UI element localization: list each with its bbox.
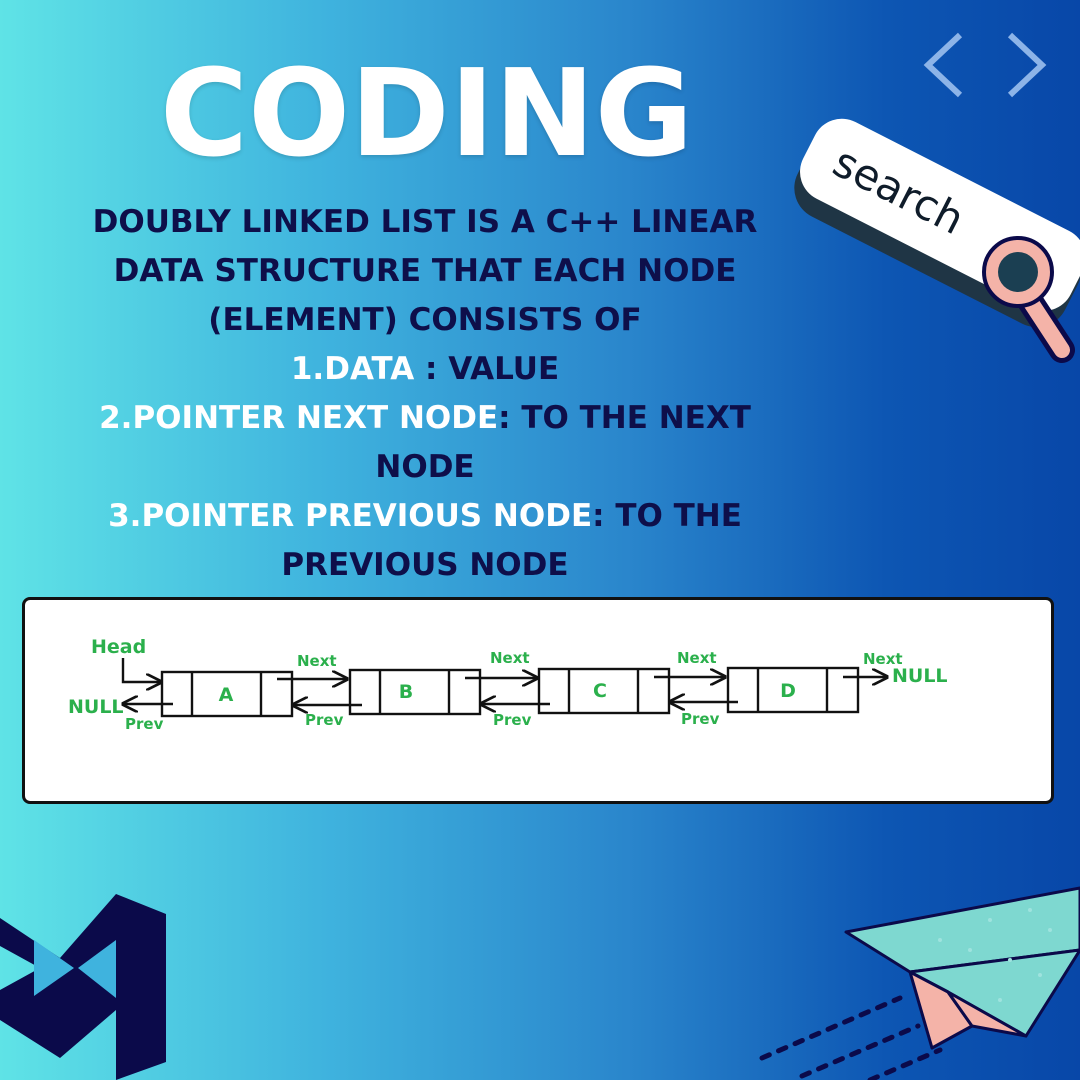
item-2-text: : TO THE NEXT: [498, 400, 751, 436]
node-d: D: [726, 666, 860, 714]
desc-item-2: 2.POINTER NEXT NODE: TO THE NEXT: [30, 394, 820, 443]
chevron-left-icon[interactable]: [920, 30, 970, 100]
chevron-right-icon[interactable]: [1000, 30, 1050, 100]
desc-line-2: DATA STRUCTURE THAT EACH NODE: [113, 253, 737, 289]
null-left-label: NULL: [68, 696, 124, 718]
node-d-label: D: [780, 680, 796, 702]
node-c: C: [537, 667, 671, 715]
search-widget[interactable]: search: [790, 100, 1080, 370]
desc-line-1: DOUBLY LINKED LIST IS A C++ LINEAR: [92, 204, 758, 240]
node-b-label: B: [399, 681, 413, 703]
prev-label-b: Prev: [305, 711, 344, 729]
next-label-b: Next: [490, 649, 530, 667]
item-1-label: 1.DATA: [290, 351, 415, 387]
desc-item-1: 1.DATA : VALUE: [30, 345, 820, 394]
prev-label-c: Prev: [493, 711, 532, 729]
page-title: CODING: [160, 45, 694, 184]
desc-item-3-cont: PREVIOUS NODE: [281, 547, 569, 583]
desc-item-3: 3.POINTER PREVIOUS NODE: TO THE: [30, 492, 820, 541]
prev-label-d: Prev: [681, 710, 720, 728]
prev-label-a: Prev: [125, 715, 164, 733]
next-label-a: Next: [297, 652, 337, 670]
desc-item-2-cont: NODE: [375, 449, 475, 485]
head-pointer: [121, 658, 161, 682]
item-2-label: 2.POINTER NEXT NODE: [99, 400, 499, 436]
next-label-c: Next: [677, 649, 717, 667]
diagram-canvas: Head NULL Prev A Next Prev B Next Prev C…: [68, 636, 948, 733]
node-b: B: [348, 668, 482, 716]
poster: CODING DOUBLY LINKED LIST IS A C++ LINEA…: [0, 0, 1080, 1080]
item-3-label: 3.POINTER PREVIOUS NODE: [108, 498, 593, 534]
item-3-text: : TO THE: [592, 498, 742, 534]
visual-studio-logo-icon: [0, 894, 166, 1080]
null-right-label: NULL: [892, 665, 948, 687]
head-label: Head: [91, 636, 146, 658]
node-a-label: A: [219, 684, 234, 706]
node-c-label: C: [593, 680, 607, 702]
item-1-text: : VALUE: [414, 351, 560, 387]
description: DOUBLY LINKED LIST IS A C++ LINEAR DATA …: [30, 198, 820, 590]
desc-line-3: (ELEMENT) CONSISTS OF: [208, 302, 642, 338]
linked-list-diagram: Head NULL Prev A Next Prev B Next Prev C…: [22, 597, 1054, 804]
paper-plane-icon: [759, 886, 1080, 1080]
node-a: A: [160, 670, 294, 718]
